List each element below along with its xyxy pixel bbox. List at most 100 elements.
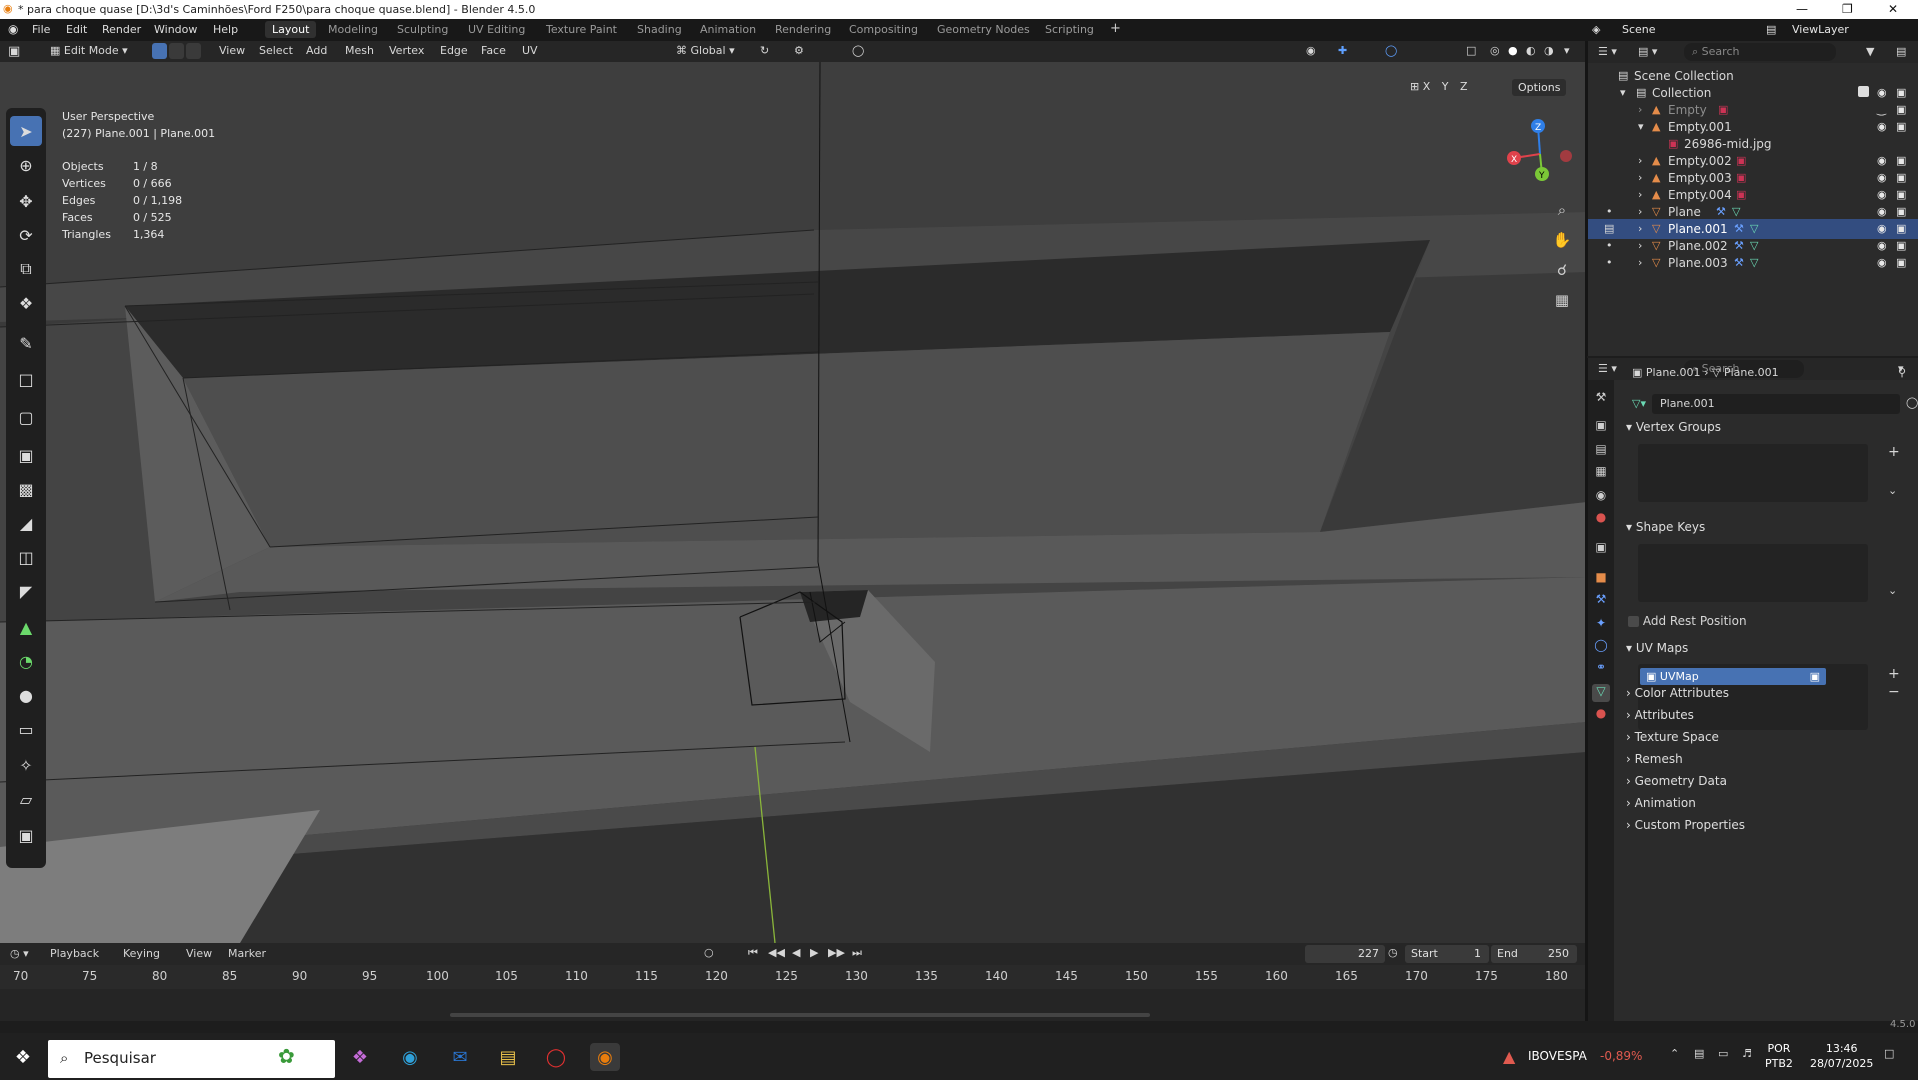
tab-shading[interactable]: Shading [637, 23, 682, 36]
pin-icon[interactable]: ⚲ [1898, 366, 1906, 379]
eye-icon[interactable]: ◉ [1877, 188, 1887, 201]
camera-icon[interactable]: ▣ [1896, 171, 1906, 184]
timeline-body[interactable] [0, 989, 1587, 1022]
physics-tab-icon[interactable]: ◯ [1592, 638, 1610, 656]
solid-shading-icon[interactable]: ● [1508, 44, 1518, 57]
opera-icon[interactable]: ◯ [541, 1043, 571, 1071]
zoom-icon[interactable]: ⌕ [1550, 198, 1574, 222]
autokey-icon[interactable]: ○ [704, 946, 714, 959]
perspective-grid-icon[interactable]: ▦ [1550, 288, 1574, 312]
vertex-select-icon[interactable] [152, 43, 167, 59]
prev-keyframe-icon[interactable]: ◀◀ [768, 946, 785, 959]
snap-icon[interactable]: ⚙ [794, 44, 804, 57]
custom-properties-header[interactable]: › Custom Properties [1626, 818, 1912, 832]
keyboard-language[interactable]: POR PTB2 [1765, 1041, 1793, 1071]
shading-options-icon[interactable]: ▾ [1564, 44, 1570, 57]
outliner-row-plane-003[interactable]: • › ▽ Plane.003 ⚒ ▽ ◉ ▣ [1588, 253, 1918, 273]
mode-selector[interactable]: ▦ Edit Mode ▾ [50, 44, 128, 57]
close-button[interactable]: ✕ [1888, 2, 1898, 16]
menu-window[interactable]: Window [154, 23, 197, 36]
tab-scripting[interactable]: Scripting [1045, 23, 1094, 36]
overlay-toggle-icon[interactable]: ◯ [1385, 44, 1397, 57]
frame-start-field[interactable]: Start 1 [1405, 945, 1489, 963]
clock[interactable]: 13:46 28/07/2025 [1810, 1041, 1873, 1071]
shape-keys-list[interactable] [1638, 544, 1868, 602]
blender-menu-icon[interactable]: ◉ [8, 22, 18, 36]
eye-icon[interactable]: ◉ [1877, 86, 1887, 99]
vertex-groups-list[interactable] [1638, 444, 1868, 502]
eye-icon[interactable]: ◉ [1877, 256, 1887, 269]
add-vertex-group-icon[interactable]: + [1888, 444, 1900, 460]
tab-sculpting[interactable]: Sculpting [397, 23, 448, 36]
chevron-right-icon[interactable]: › [1638, 205, 1642, 218]
proportional-edit-icon[interactable]: ◯ [852, 44, 864, 57]
3d-viewport[interactable]: ➤ ⊕ ✥ ⟳ ⧉ ❖ ✎ □ ▢ ▣ ▩ ◢ ◫ ◤ ▲ ◔ ● ▭ ✧ ▱ … [0, 62, 1587, 943]
menu-vertex[interactable]: Vertex [389, 44, 424, 57]
chevron-right-icon[interactable]: › [1638, 256, 1642, 269]
camera-icon[interactable]: ▣ [1896, 256, 1906, 269]
editor-type-icon[interactable]: ▣ [8, 44, 20, 59]
attributes-header[interactable]: › Attributes [1626, 708, 1912, 722]
chevron-right-icon[interactable]: › [1638, 239, 1642, 252]
eye-closed-icon[interactable]: ‿ [1877, 103, 1886, 116]
camera-icon[interactable]: ▣ [1896, 120, 1906, 133]
current-frame-field[interactable]: 227 [1305, 945, 1385, 963]
camera-icon[interactable]: ▣ [1896, 205, 1906, 218]
output-tab-icon[interactable]: ▤ [1592, 442, 1610, 460]
material-tab-icon[interactable]: ● [1592, 706, 1610, 724]
tab-texture-paint[interactable]: Texture Paint [546, 23, 617, 36]
mesh-data-tab-icon[interactable]: ▽ [1592, 684, 1610, 702]
rotate-tool-icon[interactable]: ⟳ [10, 220, 42, 250]
chevron-down-icon[interactable]: ▾ [1638, 120, 1644, 133]
bevel-tool-icon[interactable]: ◢ [10, 508, 42, 538]
menu-add[interactable]: Add [306, 44, 327, 57]
xray-icon[interactable]: □ [1466, 44, 1476, 57]
inset-tool-icon[interactable]: ▩ [10, 474, 42, 504]
uv-map-item[interactable]: ▣ UVMap ▣ [1640, 668, 1826, 685]
next-keyframe-icon[interactable]: ▶▶ [828, 946, 845, 959]
transform-tool-icon[interactable]: ❖ [10, 288, 42, 318]
timeline-ruler[interactable]: 70 75 80 85 90 95 100 105 110 115 120 12… [0, 965, 1587, 989]
eye-icon[interactable]: ◉ [1877, 205, 1887, 218]
edge-icon[interactable]: ◉ [395, 1043, 425, 1071]
chevron-up-icon[interactable]: ⌃ [1670, 1047, 1679, 1060]
add-workspace-icon[interactable]: + [1110, 21, 1121, 36]
pan-hand-icon[interactable]: ✋ [1550, 228, 1574, 252]
edge-select-icon[interactable] [169, 43, 184, 59]
select-tool-icon[interactable]: ➤ [10, 116, 42, 146]
scene-name[interactable]: Scene [1622, 23, 1656, 36]
shear-tool-icon[interactable]: ▱ [10, 784, 42, 814]
eye-icon[interactable]: ◉ [1877, 120, 1887, 133]
annotate-tool-icon[interactable]: ✎ [10, 328, 42, 358]
chevron-down-icon[interactable]: ⌄ [1888, 584, 1897, 597]
frame-end-field[interactable]: End 250 [1491, 945, 1577, 963]
cursor-tool-icon[interactable]: ⊕ [10, 150, 42, 180]
chevron-right-icon[interactable]: › [1638, 171, 1642, 184]
object-tab-icon[interactable]: ■ [1592, 570, 1610, 588]
pivot-icon[interactable]: ↻ [760, 44, 769, 57]
notification-icon[interactable]: □ [1884, 1047, 1894, 1060]
constraints-tab-icon[interactable]: ⚭ [1592, 660, 1610, 678]
visibility-icon[interactable]: ◉ [1306, 44, 1316, 57]
remesh-header[interactable]: › Remesh [1626, 752, 1912, 766]
smooth-tool-icon[interactable]: ● [10, 680, 42, 710]
menu-edge[interactable]: Edge [440, 44, 468, 57]
menu-mesh[interactable]: Mesh [345, 44, 374, 57]
properties-editor-icon[interactable]: ☰ ▾ [1598, 362, 1617, 375]
camera-icon[interactable]: ▣ [1896, 188, 1906, 201]
rip-region-tool-icon[interactable]: ▣ [10, 820, 42, 850]
tab-modeling[interactable]: Modeling [328, 23, 378, 36]
modifier-tab-icon[interactable]: ⚒ [1592, 592, 1610, 610]
outliner-editor-icon[interactable]: ☰ ▾ [1598, 45, 1617, 58]
shrink-fatten-tool-icon[interactable]: ✧ [10, 750, 42, 780]
eye-icon[interactable]: ◉ [1877, 222, 1887, 235]
material-shading-icon[interactable]: ◐ [1526, 44, 1536, 57]
timeline-editor-icon[interactable]: ◷ ▾ [10, 947, 29, 960]
loop-cut-tool-icon[interactable]: ◫ [10, 542, 42, 572]
eye-icon[interactable]: ◉ [1877, 154, 1887, 167]
tab-geometry-nodes[interactable]: Geometry Nodes [937, 23, 1030, 36]
rendered-shading-icon[interactable]: ◑ [1544, 44, 1554, 57]
mirror-z-toggle[interactable]: Z [1460, 80, 1468, 93]
particles-tab-icon[interactable]: ✦ [1592, 616, 1610, 634]
mirror-x-toggle[interactable]: X [1423, 80, 1431, 93]
